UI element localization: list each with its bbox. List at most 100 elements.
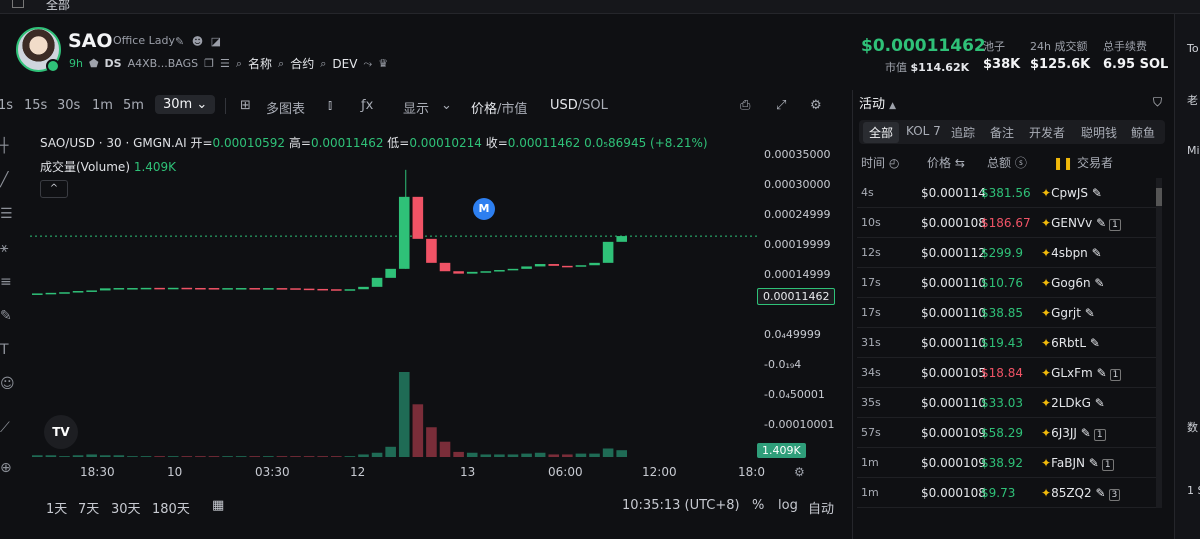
crown-icon[interactable]: ♛ bbox=[378, 57, 388, 70]
share-icon[interactable]: ⤳ bbox=[363, 57, 372, 71]
emoji-icon[interactable]: ☺ bbox=[0, 376, 16, 392]
candle bbox=[317, 288, 328, 291]
axis-settings-icon[interactable]: ⚙ bbox=[794, 465, 805, 479]
tab-track[interactable]: 追踪 bbox=[951, 124, 975, 141]
trader-cell[interactable]: ✦Ggrjt ✎ bbox=[1041, 306, 1095, 320]
range-1d[interactable]: 1天 bbox=[46, 498, 67, 517]
brush-icon[interactable]: ✎ bbox=[0, 308, 16, 324]
search-dev-link[interactable]: DEV bbox=[332, 57, 357, 71]
scroll-thumb[interactable] bbox=[1156, 188, 1162, 206]
interval-30s[interactable]: 30s bbox=[57, 98, 80, 113]
trader-cell[interactable]: ✦6J3JJ ✎ 1 bbox=[1041, 426, 1106, 441]
calendar-icon[interactable]: ▦ bbox=[212, 498, 224, 513]
col-trader[interactable]: ❚❚ 交易者 bbox=[1053, 154, 1113, 171]
range-7d[interactable]: 7天 bbox=[78, 498, 99, 517]
filter-icon[interactable]: ⛉ bbox=[1153, 95, 1162, 110]
trade-row[interactable]: 35s $0.000110 $33.03 ✦2LDkG ✎ bbox=[857, 388, 1157, 418]
trendline-icon[interactable]: ╱ bbox=[0, 172, 16, 188]
col-amount[interactable]: 总额 ⓢ bbox=[987, 154, 1027, 171]
trade-row[interactable]: 31s $0.000110 $19.43 ✦6RbtL ✎ bbox=[857, 328, 1157, 358]
edit-icon[interactable]: ✎ bbox=[1097, 366, 1107, 380]
trader-cell[interactable]: ✦GENVv ✎ 1 bbox=[1041, 216, 1121, 231]
edit-icon[interactable]: ✎ bbox=[1090, 336, 1100, 350]
trade-row[interactable]: 34s $0.000105 $18.84 ✦GLxFm ✎ 1 bbox=[857, 358, 1157, 388]
trader-cell[interactable]: ✦2LDkG ✎ bbox=[1041, 396, 1105, 410]
auto-toggle[interactable]: 自动 bbox=[808, 498, 834, 517]
zoom-icon[interactable]: ⊕ bbox=[0, 460, 16, 476]
migration-marker[interactable]: M bbox=[473, 198, 495, 220]
trade-list-scrollbar[interactable] bbox=[1156, 178, 1162, 508]
trade-row[interactable]: 17s $0.000110 $10.76 ✦Gog6n ✎ bbox=[857, 268, 1157, 298]
range-180d[interactable]: 180天 bbox=[152, 498, 190, 517]
window-icon[interactable] bbox=[12, 0, 24, 8]
interval-1s[interactable]: 1s bbox=[0, 98, 13, 113]
fib-icon[interactable]: ≡ bbox=[0, 274, 16, 290]
edit-icon[interactable]: ✎ bbox=[1089, 456, 1099, 470]
price-toggle[interactable]: 价格/市值 bbox=[471, 98, 527, 117]
ruler-icon[interactable]: ⟋ bbox=[0, 420, 16, 436]
hlines-icon[interactable]: ☰ bbox=[0, 206, 16, 222]
interval-selected[interactable]: 30m ⌄ bbox=[155, 95, 216, 114]
edit-icon[interactable]: ✎ bbox=[1092, 246, 1102, 260]
edit-icon[interactable]: ✎ bbox=[1081, 426, 1091, 440]
trader-cell[interactable]: ✦GLxFm ✎ 1 bbox=[1041, 366, 1122, 381]
search-contract-link[interactable]: 合约 bbox=[290, 55, 314, 72]
candle-type-icon[interactable]: ⫾ bbox=[328, 98, 332, 113]
trade-row[interactable]: 4s $0.000114 $381.56 ✦CpwJS ✎ bbox=[857, 178, 1157, 208]
interval-5m[interactable]: 5m bbox=[123, 98, 144, 113]
edit-icon[interactable]: ✎ bbox=[1095, 486, 1105, 500]
settings-icon[interactable]: ⚙ bbox=[810, 98, 822, 113]
crosshair-icon[interactable]: ┼ bbox=[0, 138, 16, 154]
interval-15s[interactable]: 15s bbox=[24, 98, 47, 113]
add-chart-icon[interactable]: ⊞ bbox=[240, 98, 251, 113]
trade-row[interactable]: 1m $0.000109 $38.92 ✦FaBJN ✎ 1 bbox=[857, 448, 1157, 478]
list-icon[interactable]: ☰ bbox=[220, 57, 230, 70]
clock-time[interactable]: 10:35:13 (UTC+8) bbox=[622, 498, 740, 513]
fullscreen-icon[interactable]: ⤢ bbox=[776, 98, 786, 113]
trade-row[interactable]: 57s $0.000109 $58.29 ✦6J3JJ ✎ 1 bbox=[857, 418, 1157, 448]
indicator-button[interactable]: ƒx bbox=[361, 98, 373, 113]
currency-toggle[interactable]: USD/SOL bbox=[550, 98, 608, 113]
multi-chart-button[interactable]: 多图表 bbox=[266, 98, 305, 117]
trade-row[interactable]: 1m $0.000108 $9.73 ✦85ZQ2 ✎ 3 bbox=[857, 478, 1157, 508]
col-price[interactable]: 价格 ⇆ bbox=[927, 154, 965, 171]
copy-icon[interactable]: ❐ bbox=[204, 57, 214, 70]
edit-icon[interactable]: ✎ bbox=[1095, 396, 1105, 410]
search-name-link[interactable]: 名称 bbox=[248, 55, 272, 72]
col-time[interactable]: 时间 ◴ bbox=[861, 154, 899, 171]
interval-1m[interactable]: 1m bbox=[92, 98, 113, 113]
trade-row[interactable]: 10s $0.000108 $186.67 ✦GENVv ✎ 1 bbox=[857, 208, 1157, 238]
trade-row[interactable]: 17s $0.000110 $38.85 ✦Ggrjt ✎ bbox=[857, 298, 1157, 328]
tab-kol[interactable]: KOL 7 bbox=[906, 124, 941, 138]
node-icon[interactable]: ⚹ bbox=[0, 240, 16, 256]
tab-smart[interactable]: 聪明钱 bbox=[1081, 124, 1117, 141]
tab-whale[interactable]: 鲸鱼 bbox=[1131, 124, 1155, 141]
edit-icon[interactable]: ✎ bbox=[1094, 276, 1104, 290]
trade-row[interactable]: 12s $0.000112 $299.9 ✦4sbpn ✎ bbox=[857, 238, 1157, 268]
trader-cell[interactable]: ✦6RbtL ✎ bbox=[1041, 336, 1100, 350]
trader-cell[interactable]: ✦Gog6n ✎ bbox=[1041, 276, 1104, 290]
camera-icon[interactable]: ⎙ bbox=[740, 98, 750, 113]
edit-icon[interactable]: ✎ bbox=[1085, 306, 1095, 320]
all-filter[interactable]: 全部 bbox=[46, 0, 70, 13]
trader-cell[interactable]: ✦85ZQ2 ✎ 3 bbox=[1041, 486, 1121, 501]
edit-icon[interactable]: ✎ bbox=[1096, 216, 1106, 230]
token-badge-icons[interactable]: ✎ ☻ ◪ bbox=[175, 35, 223, 48]
tab-all[interactable]: 全部 bbox=[863, 122, 900, 143]
tab-notes[interactable]: 备注 bbox=[990, 124, 1014, 141]
token-address[interactable]: A4XB...BAGS bbox=[128, 57, 198, 70]
tab-dev[interactable]: 开发者 bbox=[1029, 124, 1065, 141]
caret-up-icon[interactable]: ▲ bbox=[889, 101, 896, 111]
display-button[interactable]: 显示 bbox=[403, 98, 429, 117]
trader-cell[interactable]: ✦4sbpn ✎ bbox=[1041, 246, 1102, 260]
range-30d[interactable]: 30天 bbox=[111, 498, 141, 517]
pause-icon[interactable]: ❚❚ bbox=[1053, 156, 1073, 170]
edit-icon[interactable]: ✎ bbox=[1092, 186, 1102, 200]
percent-toggle[interactable]: % bbox=[752, 498, 764, 513]
trader-cell[interactable]: ✦FaBJN ✎ 1 bbox=[1041, 456, 1114, 471]
trade-price: $0.000110 bbox=[921, 276, 986, 290]
log-toggle[interactable]: log bbox=[778, 498, 798, 513]
trader-cell[interactable]: ✦CpwJS ✎ bbox=[1041, 186, 1102, 200]
text-icon[interactable]: T bbox=[0, 342, 16, 358]
candlestick-plot[interactable] bbox=[30, 150, 758, 458]
